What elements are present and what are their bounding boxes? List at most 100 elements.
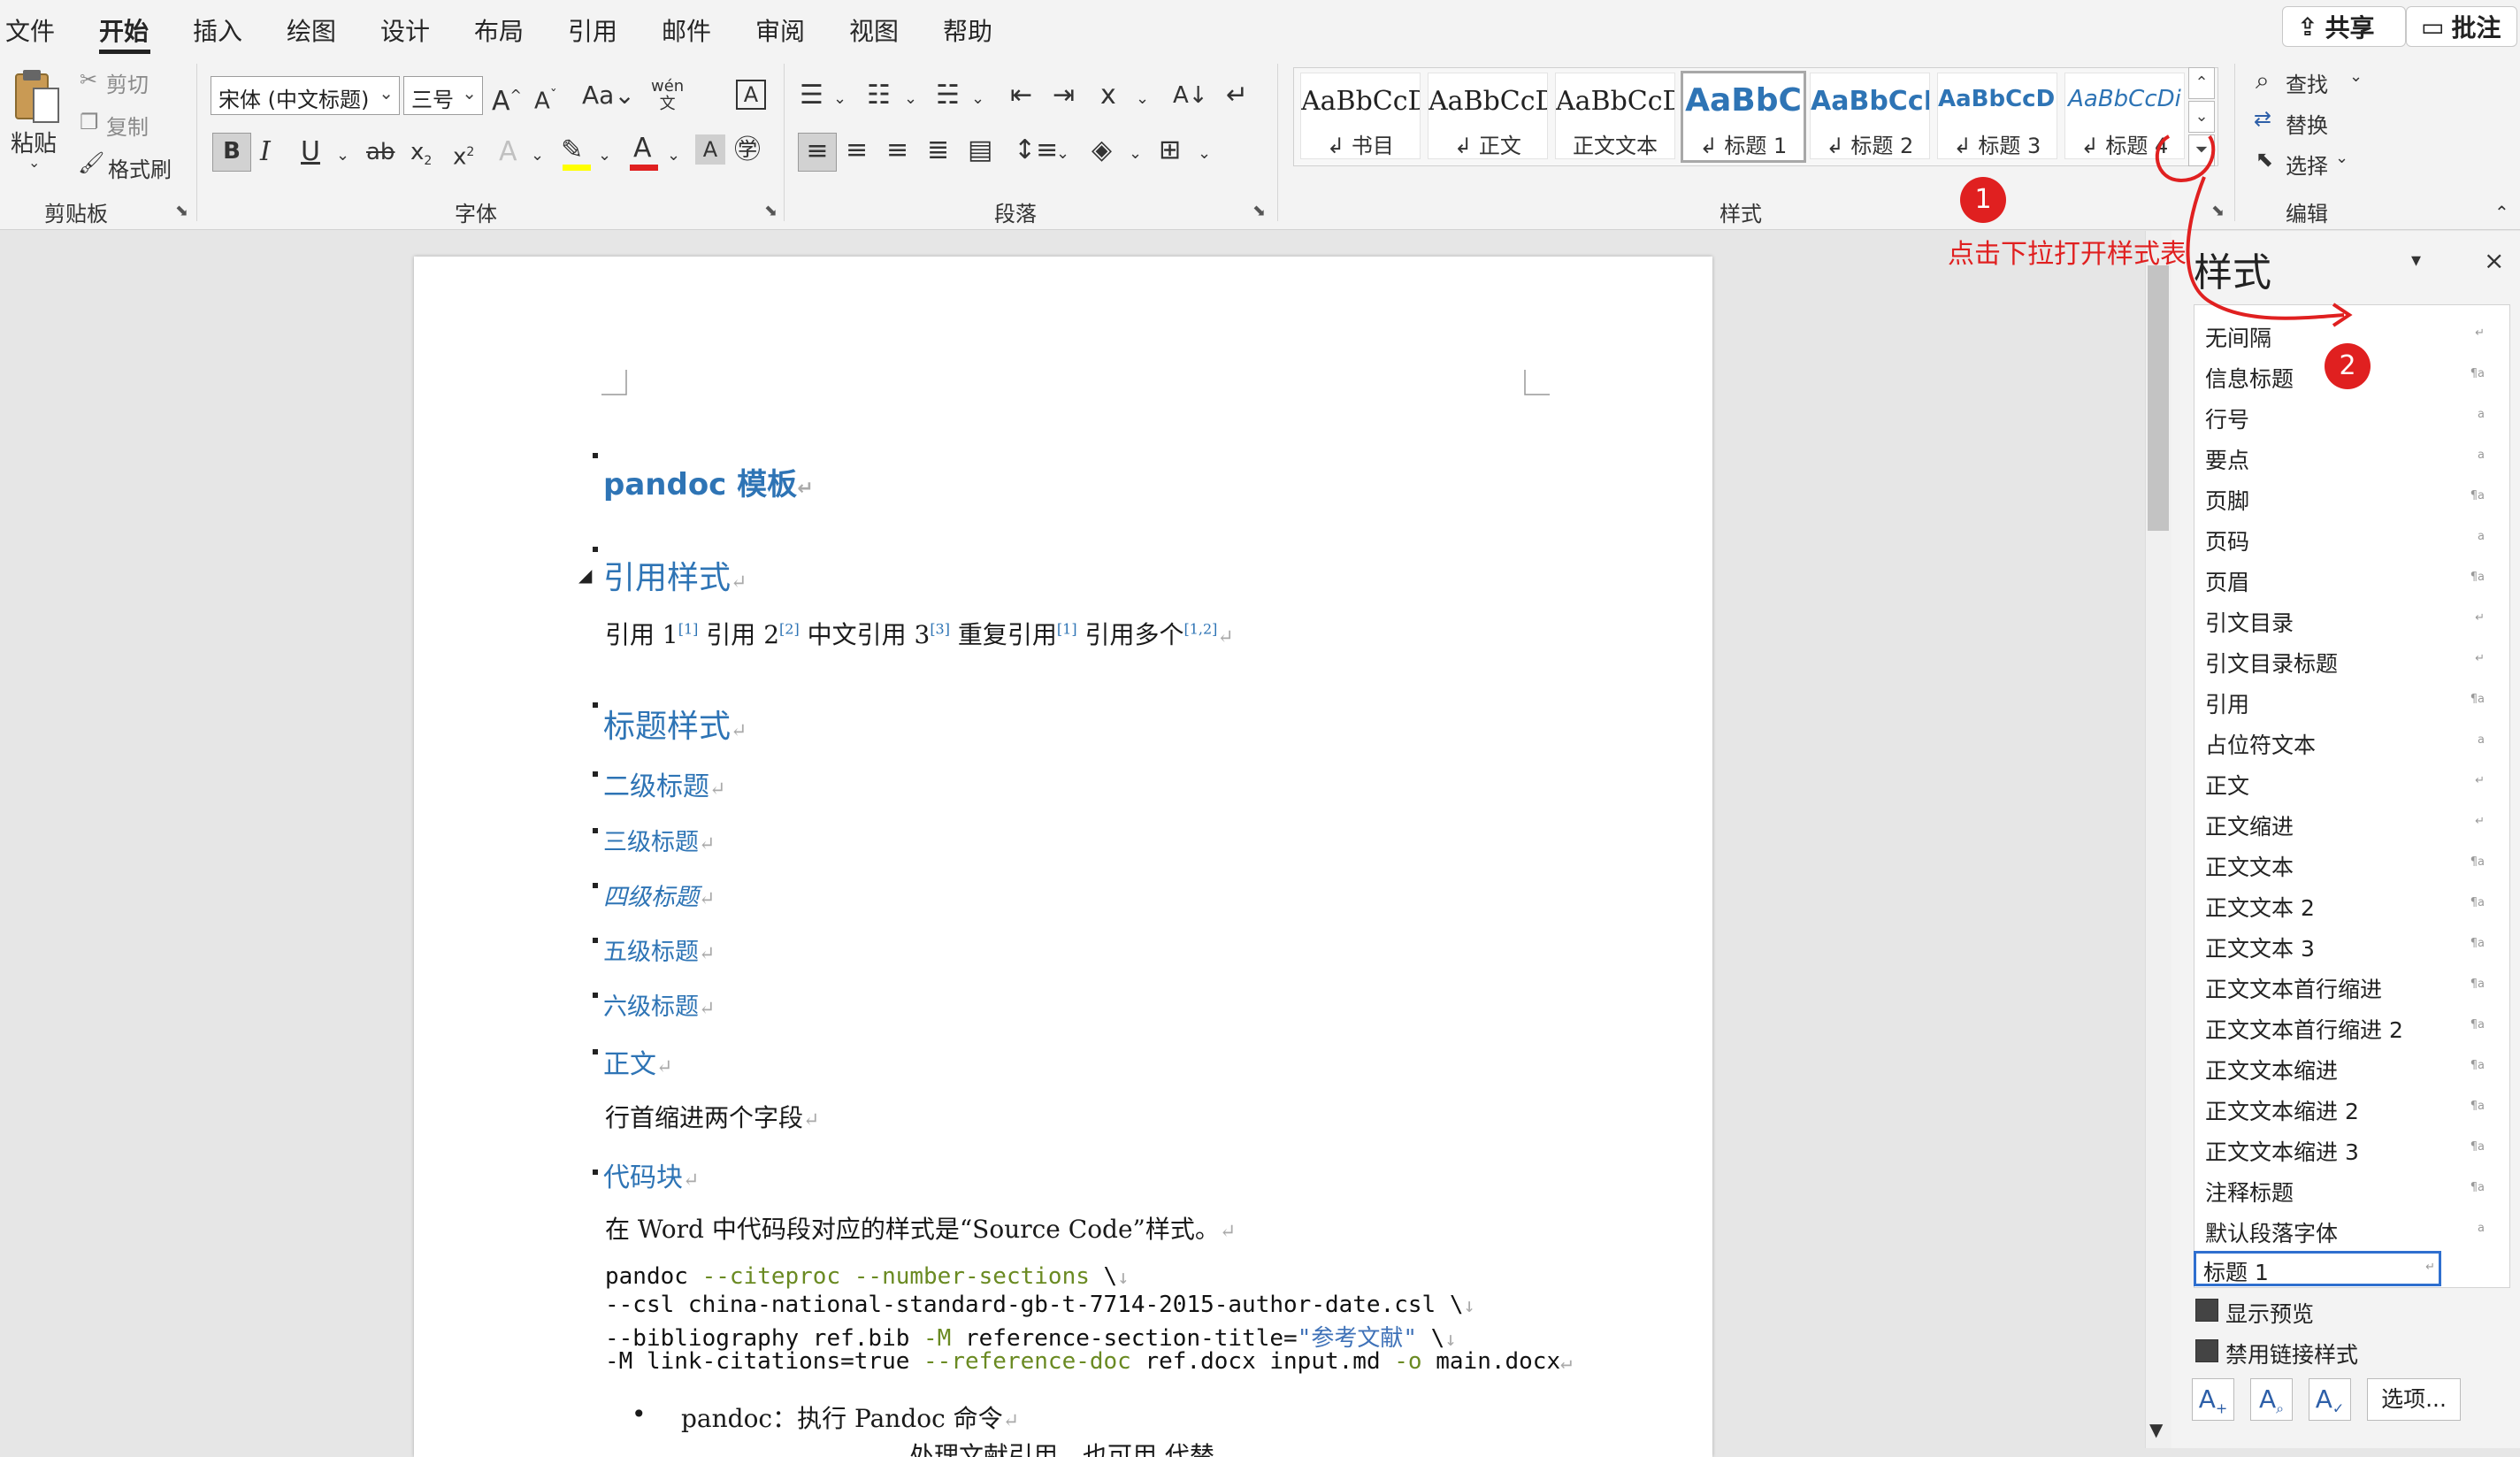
show-preview-checkbox[interactable] (2195, 1299, 2218, 1322)
sort-icon[interactable]: A↓ (1173, 78, 1208, 113)
gallery-scroll-up-button[interactable]: ⌃ (2188, 67, 2215, 99)
tab-mailings[interactable]: 邮件 (662, 12, 711, 48)
find-button[interactable]: 查找 (2286, 67, 2328, 98)
style-inspector-icon[interactable]: A⌕ (2250, 1378, 2293, 1421)
document-page[interactable]: pandoc 模板↵ ◢ 引用样式↵ 引用 1[1] 引用 2[2] 中文引用 … (414, 257, 1712, 1457)
style-options-button[interactable]: 选项... (2367, 1378, 2461, 1421)
chevron-down-icon[interactable]: ⌄ (1129, 136, 1142, 172)
style-item[interactable]: 正文文本 2 (2205, 891, 2315, 923)
tab-review[interactable]: 审阅 (755, 12, 805, 48)
superscript-button[interactable]: x2 (453, 134, 474, 175)
tab-insert[interactable]: 插入 (193, 12, 242, 48)
text-direction-icon[interactable]: ⅹ (1100, 78, 1116, 113)
share-button[interactable]: ⇪ 共享 (2282, 6, 2406, 47)
font-size-dropdown[interactable]: 三号 ⌄ (403, 76, 483, 115)
tab-file[interactable]: 文件 (5, 12, 55, 48)
disable-linked-styles-checkbox[interactable] (2195, 1339, 2218, 1362)
dialog-launcher-icon[interactable]: ⬊ (764, 202, 777, 220)
heading-level-6[interactable]: 六级标题↵ (603, 987, 715, 1022)
heading-level-2[interactable]: 二级标题↵ (603, 764, 725, 803)
grow-font-icon[interactable]: A^ (492, 78, 522, 119)
heading-heading-styles[interactable]: 标题样式↵ (603, 701, 747, 747)
multilevel-list-icon[interactable]: ☵ (936, 78, 960, 113)
change-case-icon[interactable]: Aa⌄ (582, 78, 635, 113)
doc-title[interactable]: pandoc 模板↵ (603, 460, 814, 503)
character-shading-icon[interactable]: A (695, 134, 725, 165)
highlight-icon[interactable]: ✎ (561, 133, 583, 168)
show-formatting-marks-icon[interactable]: ↵ (1226, 78, 1248, 113)
bullets-icon[interactable]: ☰ (800, 78, 823, 113)
increase-indent-icon[interactable]: ⇥ (1053, 78, 1075, 113)
style-tile-body-text[interactable]: AaBbCcD 正文文本 (1555, 73, 1675, 159)
styles-list[interactable]: 无间隔 信息标题 行号 要点 页脚 页码 页眉 引文目录 引文目录标题 引用 占… (2194, 304, 2510, 1288)
heading-level-5[interactable]: 五级标题↵ (603, 932, 715, 967)
enclose-characters-icon[interactable]: ㊫ (734, 133, 761, 168)
style-item[interactable]: 正文缩进 (2205, 809, 2294, 841)
collapse-triangle-icon[interactable]: ◢ (578, 564, 592, 586)
citation-line[interactable]: 引用 1[1] 引用 2[2] 中文引用 3[3] 重复引用[1] 引用多个[1… (605, 616, 1234, 651)
style-item[interactable]: 正文文本 3 (2205, 932, 2315, 963)
subscript-button[interactable]: x2 (410, 134, 432, 179)
heading-citation-styles[interactable]: 引用样式↵ (603, 552, 747, 598)
font-color-icon[interactable]: A (633, 131, 652, 166)
cut-button[interactable]: 剪切 (106, 67, 149, 98)
heading-code-block[interactable]: 代码块↵ (603, 1155, 699, 1194)
align-left-icon[interactable]: ≡ (798, 133, 837, 172)
align-center-icon[interactable]: ≡ (846, 133, 868, 168)
borders-icon[interactable]: ⊞ (1159, 133, 1181, 168)
heading-body[interactable]: 正文↵ (603, 1042, 672, 1081)
paste-button[interactable]: 粘贴 ⌄ (11, 67, 64, 171)
style-item[interactable]: 引用 (2205, 687, 2249, 719)
style-item[interactable]: 正文文本缩进 (2205, 1054, 2338, 1085)
style-item[interactable]: 正文文本首行缩进 2 (2205, 1013, 2403, 1045)
style-item[interactable]: 正文文本 (2205, 850, 2294, 882)
phonetic-guide-icon[interactable]: wén 文 (651, 78, 684, 113)
tab-design[interactable]: 设计 (380, 12, 430, 48)
heading-level-4[interactable]: 四级标题↵ (603, 878, 715, 912)
scroll-down-icon[interactable]: ▼ (2149, 1419, 2163, 1440)
strikethrough-button[interactable]: ab (366, 134, 394, 170)
chevron-down-icon[interactable]: ⌄ (667, 138, 680, 173)
style-item[interactable]: 默认段落字体 (2205, 1216, 2338, 1248)
style-item[interactable]: 正文文本首行缩进 (2205, 972, 2382, 1004)
tab-references[interactable]: 引用 (568, 12, 617, 48)
style-item[interactable]: 正文文本缩进 3 (2205, 1135, 2359, 1167)
bold-button[interactable]: B (212, 133, 251, 172)
dialog-launcher-icon[interactable]: ⬊ (175, 202, 188, 220)
distributed-icon[interactable]: ▤ (968, 133, 992, 168)
style-tile-heading-1[interactable]: AaBbC ↲ 标题 1 (1681, 71, 1806, 163)
style-item[interactable]: 页眉 (2205, 565, 2249, 597)
style-item[interactable]: 页码 (2205, 525, 2249, 556)
style-tile-normal[interactable]: AaBbCcD ↲ 正文 (1428, 73, 1548, 159)
chevron-down-icon[interactable]: ⌄ (971, 81, 984, 117)
body-paragraph[interactable]: 行首缩进两个字段↵ (605, 1099, 819, 1134)
list-item[interactable]: pandoc：执行 Pandoc 命令↵ (681, 1399, 1019, 1435)
style-item[interactable]: 占位符文本 (2205, 728, 2316, 760)
style-item[interactable]: 引文目录 (2205, 606, 2294, 638)
code-line[interactable]: pandoc --citeproc --number-sections \↓ (605, 1263, 1129, 1290)
character-border-icon[interactable]: A (736, 80, 766, 110)
font-name-dropdown[interactable]: 宋体 (中文标题) ⌄ (211, 76, 400, 115)
justify-icon[interactable]: ≣ (927, 133, 949, 168)
close-icon[interactable]: × (2484, 246, 2504, 275)
numbering-icon[interactable]: ☷ (867, 78, 891, 113)
chevron-down-icon[interactable]: ⌄ (1198, 136, 1211, 172)
style-item[interactable]: 要点 (2205, 443, 2249, 475)
copy-button[interactable]: 复制 (106, 110, 149, 141)
collapse-ribbon-icon[interactable]: ⌃ (2494, 202, 2509, 223)
dialog-launcher-icon[interactable]: ⬊ (1252, 202, 1266, 220)
tab-home[interactable]: 开始 (99, 12, 149, 48)
chevron-down-icon[interactable]: ⌄ (531, 138, 544, 173)
code-line[interactable]: -M link-citations=true --reference-doc r… (605, 1348, 1572, 1375)
style-tile-heading-3[interactable]: AaBbCcDi ↲ 标题 3 (1937, 73, 2057, 159)
pane-options-chevron-icon[interactable]: ▾ (2411, 249, 2421, 272)
style-item[interactable]: 正文 (2205, 769, 2249, 801)
list-item[interactable]: 处理文献引用，也可用 代替 (909, 1437, 1214, 1457)
style-item-selected[interactable]: 标题 1 ↵ (2194, 1251, 2441, 1286)
underline-button[interactable]: U (301, 134, 320, 170)
style-item[interactable]: 正文文本缩进 2 (2205, 1094, 2359, 1126)
line-spacing-icon[interactable]: ↕≡ (1014, 133, 1058, 168)
code-intro-paragraph[interactable]: 在 Word 中代码段对应的样式是“Source Code”样式。↵ (605, 1210, 1236, 1246)
text-effects-icon[interactable]: A (499, 134, 517, 170)
chevron-down-icon[interactable]: ⌄ (2349, 67, 2363, 86)
